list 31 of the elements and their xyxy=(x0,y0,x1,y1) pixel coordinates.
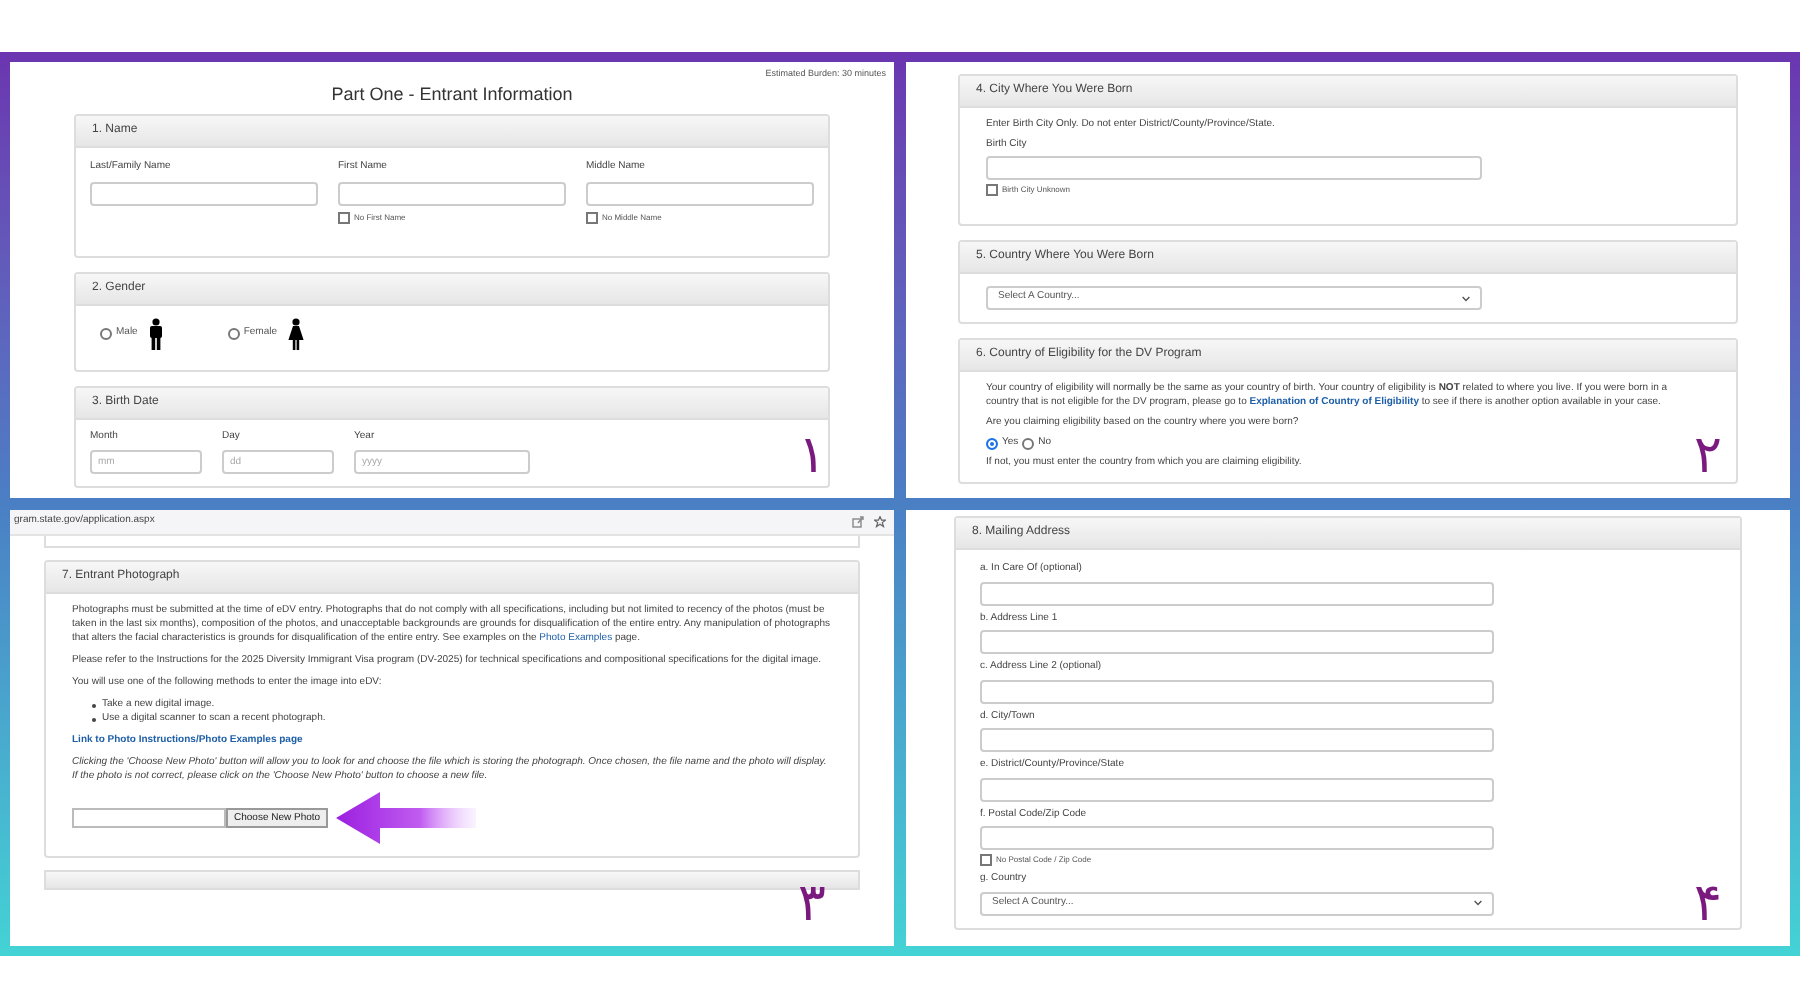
page-title: Part One - Entrant Information xyxy=(329,81,575,108)
checkbox[interactable] xyxy=(338,211,350,224)
text-field[interactable] xyxy=(980,728,1494,752)
text-field[interactable] xyxy=(586,181,814,206)
chevron-down-icon xyxy=(1474,900,1482,906)
radio-button[interactable] xyxy=(100,327,112,340)
annotation-numeral: ۳ xyxy=(798,878,826,930)
text-field[interactable] xyxy=(980,581,1494,605)
annotation-numeral: ۴ xyxy=(1694,878,1722,930)
annotation-numeral: ۱ xyxy=(798,430,826,482)
text-field[interactable] xyxy=(980,826,1494,850)
checkbox[interactable] xyxy=(586,211,598,224)
chevron-down-icon xyxy=(1462,295,1470,301)
radio-button[interactable] xyxy=(986,437,998,449)
text-field[interactable] xyxy=(980,777,1494,801)
text-field[interactable] xyxy=(980,679,1494,703)
male-figure-icon xyxy=(147,317,164,350)
star-icon[interactable] xyxy=(874,516,886,528)
text-field[interactable] xyxy=(338,181,566,206)
radio-button[interactable] xyxy=(227,327,240,340)
female-figure-icon xyxy=(287,317,304,350)
share-icon[interactable] xyxy=(852,516,864,528)
annotation-numeral: ۲ xyxy=(1694,430,1722,482)
text-field[interactable] xyxy=(986,156,1482,180)
checkbox[interactable] xyxy=(980,854,992,866)
text-field[interactable] xyxy=(980,630,1494,654)
text-field[interactable] xyxy=(90,181,318,206)
radio-button[interactable] xyxy=(1022,437,1035,449)
pointer-arrow xyxy=(336,792,477,844)
checkbox[interactable] xyxy=(986,184,998,196)
file-name-field[interactable] xyxy=(72,808,226,828)
